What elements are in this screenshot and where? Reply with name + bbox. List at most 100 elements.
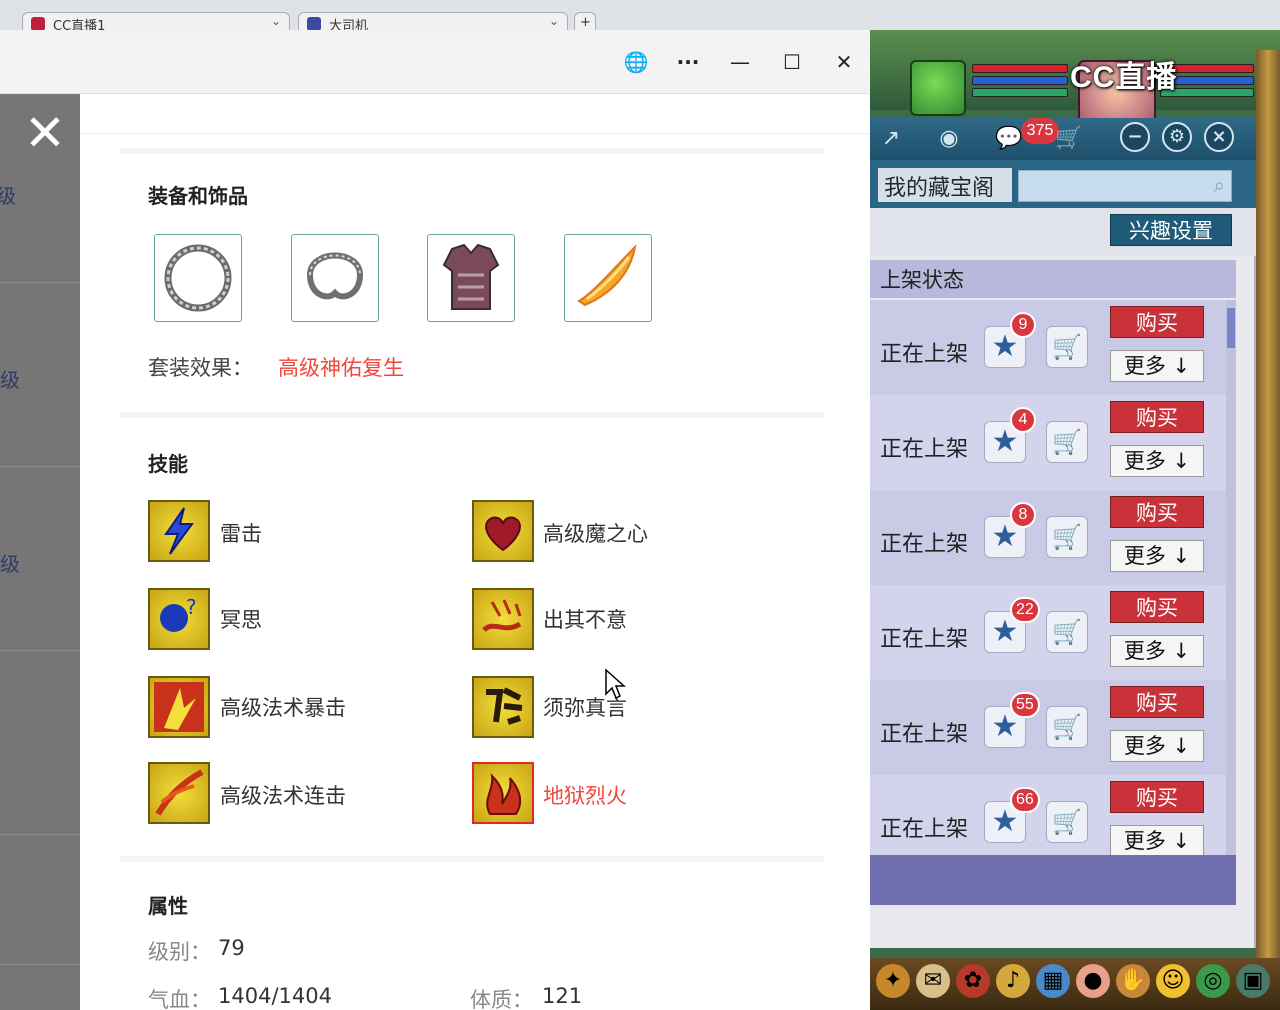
arrow-down-icon: ↓ — [1172, 639, 1191, 663]
equipment-slot-necklace[interactable] — [154, 234, 242, 322]
computer-icon[interactable]: ▣ — [1236, 964, 1270, 998]
wings-icon — [577, 244, 637, 307]
panel-footer — [870, 855, 1236, 905]
close-icon[interactable]: × — [1204, 122, 1234, 152]
cart-icon[interactable]: 🛒 — [1046, 611, 1088, 653]
cc-live-watermark: CC直播 — [1070, 61, 1178, 94]
hellfire-icon[interactable] — [472, 762, 534, 824]
armor-icon — [442, 243, 500, 310]
equipment-slot-armor[interactable] — [427, 234, 515, 322]
skill-name: 冥思 — [220, 608, 262, 632]
listing-status: 正在上架 — [880, 342, 969, 367]
cart-icon[interactable]: 🛒 — [1046, 326, 1088, 368]
list-item: 正在上架 ★ 8 🛒 购买 更多 ↓ — [870, 490, 1226, 585]
browser-tab-strip: CC直播1 ⌄ 大司机 ⌄ + — [0, 0, 1280, 32]
listing-scrollbar[interactable] — [1226, 300, 1236, 855]
browser-tab-cc[interactable]: CC直播1 ⌄ — [22, 12, 290, 32]
listing-status: 正在上架 — [880, 627, 969, 652]
cart-icon[interactable]: 🛒 — [1054, 124, 1084, 154]
game-side-frame — [1256, 50, 1280, 990]
magic-crit-icon[interactable] — [148, 676, 210, 738]
buy-button[interactable]: 购买 — [1110, 401, 1204, 433]
cart-icon[interactable]: 🛒 — [1046, 706, 1088, 748]
lightning-icon[interactable] — [148, 500, 210, 562]
arrow-down-icon: ↓ — [1172, 449, 1191, 473]
more-button[interactable]: 更多 ↓ — [1110, 730, 1204, 762]
skill-name: 高级法术连击 — [220, 784, 346, 808]
maximize-icon[interactable]: ☐ — [774, 44, 810, 80]
map-icon[interactable]: ▦ — [1036, 964, 1070, 998]
equipment-slot-bracelet[interactable] — [291, 234, 379, 322]
bell-icon[interactable]: ♪ — [996, 964, 1030, 998]
mantra-icon[interactable] — [472, 676, 534, 738]
cc-favicon-icon — [31, 17, 45, 31]
listing-status: 正在上架 — [880, 722, 969, 747]
chevron-down-icon[interactable]: ⌄ — [549, 14, 559, 28]
cc-icon[interactable]: ◎ — [1196, 964, 1230, 998]
heart-icon[interactable] — [472, 500, 534, 562]
smiley-icon[interactable]: ☺ — [1156, 964, 1190, 998]
more-label: 更多 — [1123, 639, 1166, 663]
globe-icon[interactable]: 🌐 — [618, 44, 654, 80]
cart-icon[interactable]: 🛒 — [1046, 801, 1088, 843]
share-icon[interactable]: ↗ — [876, 124, 906, 154]
more-button[interactable]: 更多 ↓ — [1110, 635, 1204, 667]
peach-icon[interactable]: ● — [1076, 964, 1110, 998]
search-icon[interactable]: ⌕ — [1214, 173, 1225, 197]
constitution-label: 体质： — [470, 988, 533, 1010]
minimize-icon[interactable]: — — [722, 44, 758, 80]
pet-avatar[interactable] — [910, 60, 966, 116]
handshake-icon[interactable]: ✋ — [1116, 964, 1150, 998]
popup-titlebar: 🌐 ··· — ☐ ✕ — [0, 30, 870, 94]
content-top-strip — [80, 94, 870, 134]
panel-tab-row: 我的藏宝阁 ⌕ — [870, 160, 1256, 208]
cart-icon[interactable]: 🛒 — [1046, 516, 1088, 558]
interest-settings-button[interactable]: 兴趣设置 — [1110, 214, 1232, 246]
cart-icon[interactable]: 🛒 — [1046, 421, 1088, 463]
more-button[interactable]: 更多 ↓ — [1110, 825, 1204, 855]
skills-section-title: 技能 — [148, 452, 188, 476]
list-item: 正在上架 ★ 22 🛒 购买 更多 ↓ — [870, 585, 1226, 680]
gear-icon[interactable]: ⚙ — [1162, 122, 1192, 152]
game-hotbar: ✦ ✉ ✿ ♪ ▦ ● ✋ ☺ ◎ ▣ — [870, 958, 1280, 1010]
more-options-icon[interactable]: ··· — [670, 44, 706, 80]
bracelet-icon — [306, 252, 364, 300]
skill-name: 地狱烈火 — [543, 784, 627, 808]
equipment-slot-wings[interactable] — [564, 234, 652, 322]
favorite-count-badge: 22 — [1010, 597, 1040, 623]
magic-combo-icon[interactable] — [148, 762, 210, 824]
record-icon[interactable]: ◉ — [934, 124, 964, 154]
necklace-icon — [164, 244, 232, 312]
minimize-icon[interactable]: − — [1120, 122, 1150, 152]
level-value: 79 — [218, 936, 245, 960]
constitution-value: 121 — [542, 984, 583, 1008]
new-tab-button[interactable]: + — [574, 12, 596, 32]
more-button[interactable]: 更多 ↓ — [1110, 445, 1204, 477]
buy-button[interactable]: 购买 — [1110, 686, 1204, 718]
treasure-panel: ↗ ◉ 💬 375 🛒 − ⚙ × 我的藏宝阁 ⌕ 兴趣设置 上架状态 正在上架… — [870, 118, 1256, 948]
bag-icon[interactable]: ✦ — [876, 964, 910, 998]
buy-button[interactable]: 购买 — [1110, 781, 1204, 813]
more-label: 更多 — [1123, 354, 1166, 378]
buy-button[interactable]: 购买 — [1110, 306, 1204, 338]
meditate-icon[interactable]: ? — [148, 588, 210, 650]
buy-button[interactable]: 购买 — [1110, 591, 1204, 623]
game-search-input[interactable]: ⌕ — [1018, 170, 1232, 202]
list-item: 正在上架 ★ 66 🛒 购买 更多 ↓ — [870, 775, 1226, 855]
chevron-down-icon[interactable]: ⌄ — [271, 14, 281, 28]
tab-my-treasure[interactable]: 我的藏宝阁 — [878, 168, 1012, 202]
list-item: 正在上架 ★ 4 🛒 购买 更多 ↓ — [870, 395, 1226, 490]
browser-tab-driver[interactable]: 大司机 ⌄ — [298, 12, 568, 32]
scrollbar-thumb[interactable] — [1227, 308, 1235, 348]
scroll-icon[interactable]: ✉ — [916, 964, 950, 998]
close-icon[interactable]: ✕ — [826, 44, 862, 80]
more-button[interactable]: 更多 ↓ — [1110, 540, 1204, 572]
more-button[interactable]: 更多 ↓ — [1110, 350, 1204, 382]
surprise-attack-icon[interactable] — [472, 588, 534, 650]
chat-icon[interactable]: 💬 — [994, 124, 1024, 154]
gift-icon[interactable]: ✿ — [956, 964, 990, 998]
listing-status: 正在上架 — [880, 817, 969, 842]
section-divider — [120, 148, 824, 154]
listing-list: 正在上架 ★ 9 🛒 购买 更多 ↓ 正在上架 ★ 4 🛒 购买 更多 ↓ 正在… — [870, 300, 1226, 855]
buy-button[interactable]: 购买 — [1110, 496, 1204, 528]
